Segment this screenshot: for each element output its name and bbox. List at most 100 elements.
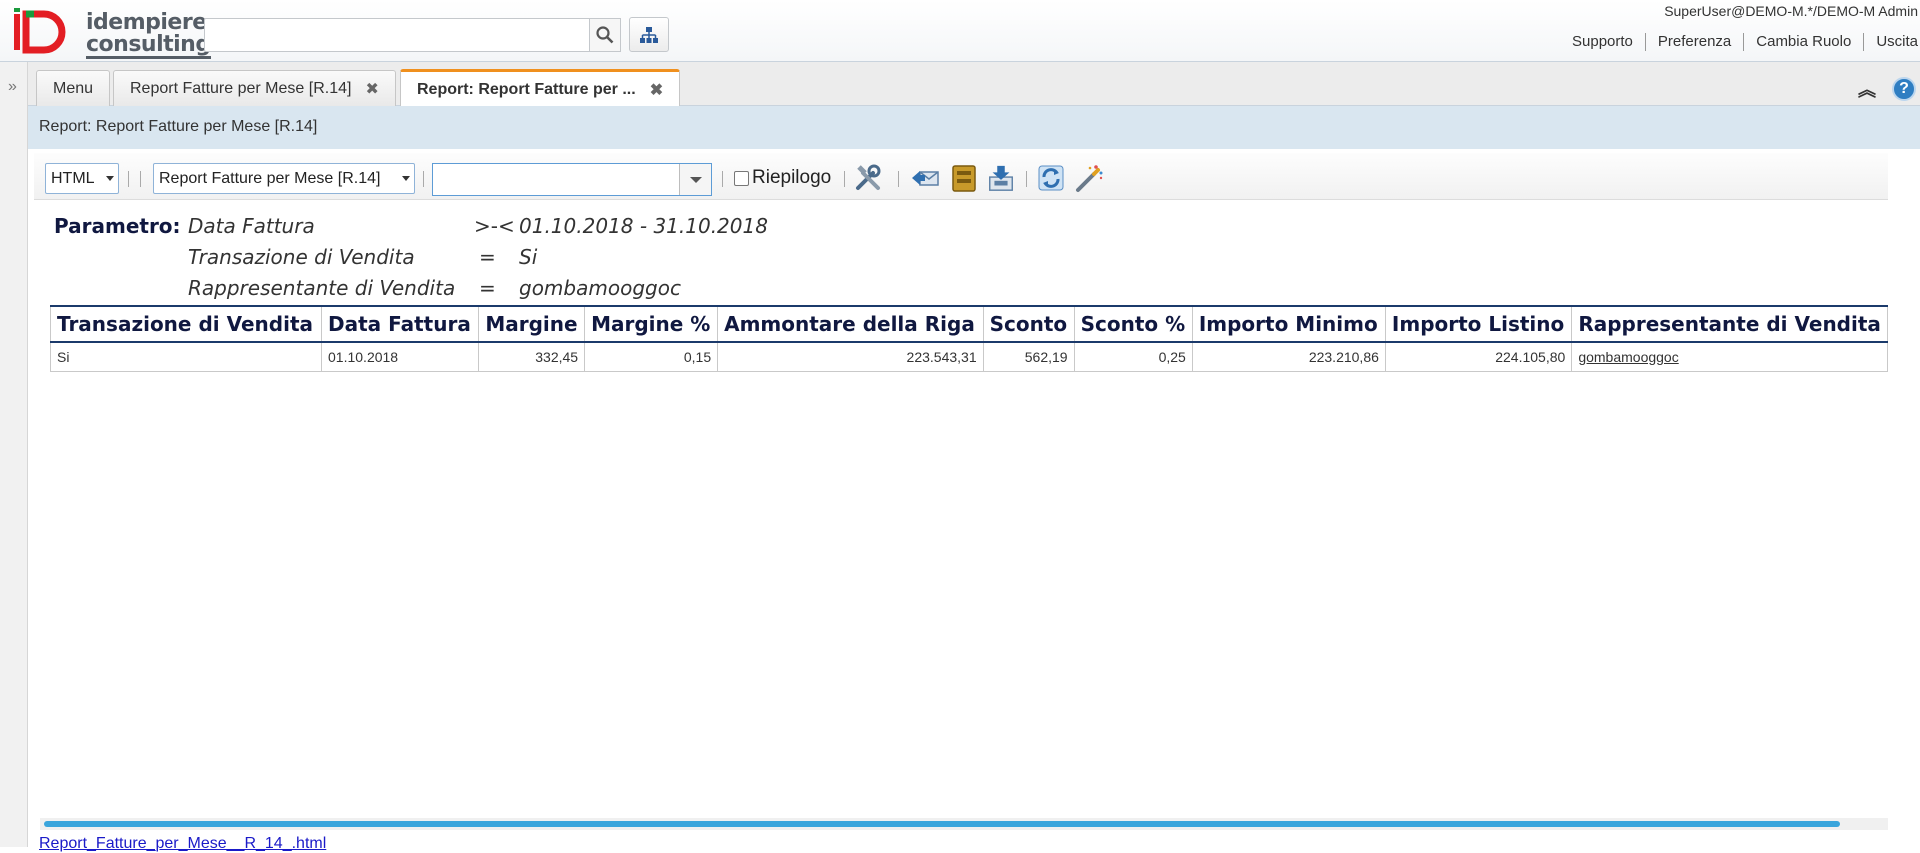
- logo-text: idempiere consulting: [86, 12, 211, 59]
- company-logo[interactable]: idempiere consulting: [10, 8, 211, 59]
- collapse-header-icon[interactable]: ︽: [1858, 76, 1876, 102]
- export-button[interactable]: [986, 163, 1016, 193]
- header-links: Supporto Preferenza Cambia Ruolo Uscita: [1560, 33, 1920, 51]
- tab-report-viewer[interactable]: Report: Report Fatture per ... ✖: [400, 69, 681, 107]
- close-icon[interactable]: ✖: [650, 80, 663, 100]
- send-button[interactable]: [910, 163, 940, 193]
- logout-link[interactable]: Uscita: [1864, 33, 1920, 51]
- parameter-label: Parametro:: [54, 214, 181, 238]
- column-header: Margine %: [584, 305, 719, 343]
- search-icon: [596, 26, 614, 44]
- tab-label: Report: Report Fatture per ...: [417, 80, 636, 98]
- change-role-link[interactable]: Cambia Ruolo: [1744, 33, 1865, 51]
- report-toolbar: HTML Report Fatture per Mese [R.14] Riep…: [34, 153, 1888, 200]
- separator: [423, 171, 424, 187]
- separator: [898, 171, 899, 187]
- column-header: Importo Listino: [1384, 305, 1573, 343]
- separator: [128, 171, 129, 187]
- summary-checkbox[interactable]: Riepilogo: [734, 167, 831, 189]
- column-header: Sconto: [982, 305, 1075, 343]
- report-format-value: Report Fatture per Mese [R.14]: [159, 170, 381, 187]
- tab-label: Menu: [53, 79, 94, 97]
- preferences-link[interactable]: Preferenza: [1646, 33, 1745, 51]
- logo-line-1: idempiere: [86, 10, 207, 35]
- table-row: Si 01.10.2018 332,45 0,15 223.543,31 562…: [50, 341, 1888, 372]
- chevron-down-icon: [106, 176, 114, 181]
- param-name: Transazione di Vendita: [188, 245, 415, 269]
- global-search-input[interactable]: [204, 18, 590, 52]
- close-icon[interactable]: ✖: [365, 79, 378, 99]
- search-button[interactable]: [589, 18, 621, 52]
- column-header: Importo Minimo: [1191, 305, 1386, 343]
- separator: [844, 171, 845, 187]
- format-value: HTML: [51, 170, 95, 187]
- checkbox-box[interactable]: [734, 170, 749, 186]
- cell-discount: 562,19: [982, 341, 1075, 372]
- scrollbar-thumb[interactable]: [44, 821, 1840, 827]
- wizard-button[interactable]: [1074, 163, 1104, 193]
- help-icon[interactable]: ?: [1892, 77, 1916, 101]
- logo-mark-icon: [14, 8, 66, 54]
- summary-label: Riepilogo: [752, 167, 832, 188]
- user-info[interactable]: SuperUser@DEMO-M.*/DEMO-M Admin: [1664, 3, 1918, 19]
- column-header: Transazione di Vendita: [50, 305, 323, 343]
- window-tabbar: Menu Report Fatture per Mese [R.14] ✖ Re…: [28, 62, 1920, 107]
- cell-margin: 332,45: [478, 341, 586, 372]
- archive-button[interactable]: [949, 163, 979, 193]
- column-header: Data Fattura: [321, 305, 480, 343]
- west-panel-collapsed: »: [0, 62, 28, 847]
- wizard-icon: [1076, 165, 1103, 192]
- report-table: Transazione di Vendita Data Fattura Marg…: [50, 305, 1888, 372]
- tab-report-process[interactable]: Report Fatture per Mese [R.14] ✖: [113, 70, 396, 106]
- cell-sales-rep-link[interactable]: gombamooggoc: [1571, 341, 1888, 372]
- param-value: gombamooggoc: [519, 276, 681, 300]
- page-title: Report: Report Fatture per Mese [R.14]: [28, 106, 1920, 149]
- horizontal-scrollbar[interactable]: [40, 818, 1888, 830]
- combobox-dropdown-button[interactable]: [679, 164, 711, 195]
- customize-button[interactable]: [853, 163, 883, 193]
- report-viewer: Parametro: Data Fattura >-< 01.10.2018 -…: [50, 200, 1888, 800]
- tab-label: Report Fatture per Mese [R.14]: [130, 79, 352, 97]
- archive-icon: [952, 165, 976, 192]
- param-operator: >-<: [474, 214, 515, 238]
- tab-menu[interactable]: Menu: [36, 70, 111, 106]
- separator: [1026, 171, 1027, 187]
- cell-invoice-date: 01.10.2018: [321, 341, 480, 372]
- param-name: Data Fattura: [188, 214, 315, 238]
- refresh-icon: [1038, 165, 1064, 191]
- tab-tools: ︽ ?: [1858, 76, 1916, 102]
- report-format-select[interactable]: Report Fatture per Mese [R.14]: [153, 163, 415, 194]
- column-header: Ammontare della Riga: [717, 305, 984, 343]
- cell-sales-transaction: Si: [50, 341, 323, 372]
- chevron-down-icon: [402, 176, 410, 181]
- param-value: 01.10.2018 - 31.10.2018: [519, 214, 768, 238]
- menu-tree-button[interactable]: [629, 17, 669, 52]
- cell-list-amount: 224.105,80: [1384, 341, 1573, 372]
- column-header: Rappresentante di Vendita: [1571, 305, 1888, 343]
- support-link[interactable]: Supporto: [1560, 33, 1646, 51]
- format-select[interactable]: HTML: [45, 163, 119, 194]
- logo-line-2: consulting: [86, 32, 211, 59]
- param-name: Rappresentante di Vendita: [188, 276, 456, 300]
- param-value: Si: [519, 245, 538, 269]
- export-icon: [989, 165, 1013, 191]
- table-header-row: Transazione di Vendita Data Fattura Marg…: [50, 305, 1888, 343]
- separator: [140, 171, 141, 187]
- param-operator: =: [479, 276, 496, 300]
- cell-margin-percent: 0,15: [584, 341, 719, 372]
- cell-line-amount: 223.543,31: [717, 341, 984, 372]
- expand-panel-icon[interactable]: »: [8, 78, 17, 96]
- cell-limit-amount: 223.210,86: [1191, 341, 1386, 372]
- report-file-link[interactable]: Report_Fatture_per_Mese__R_14_.html: [39, 835, 326, 853]
- app-header: idempiere consulting SuperUser@DEMO-M.*/…: [0, 0, 1920, 62]
- separator: [722, 171, 723, 187]
- cell-discount-percent: 0,25: [1073, 341, 1193, 372]
- send-mail-icon: [912, 171, 939, 186]
- column-header: Sconto %: [1073, 305, 1193, 343]
- param-operator: =: [479, 245, 496, 269]
- tools-icon: [856, 164, 881, 190]
- column-header: Margine: [478, 305, 586, 343]
- refresh-button[interactable]: [1036, 163, 1066, 193]
- sitemap-icon: [640, 26, 658, 43]
- print-format-combobox[interactable]: [432, 163, 712, 196]
